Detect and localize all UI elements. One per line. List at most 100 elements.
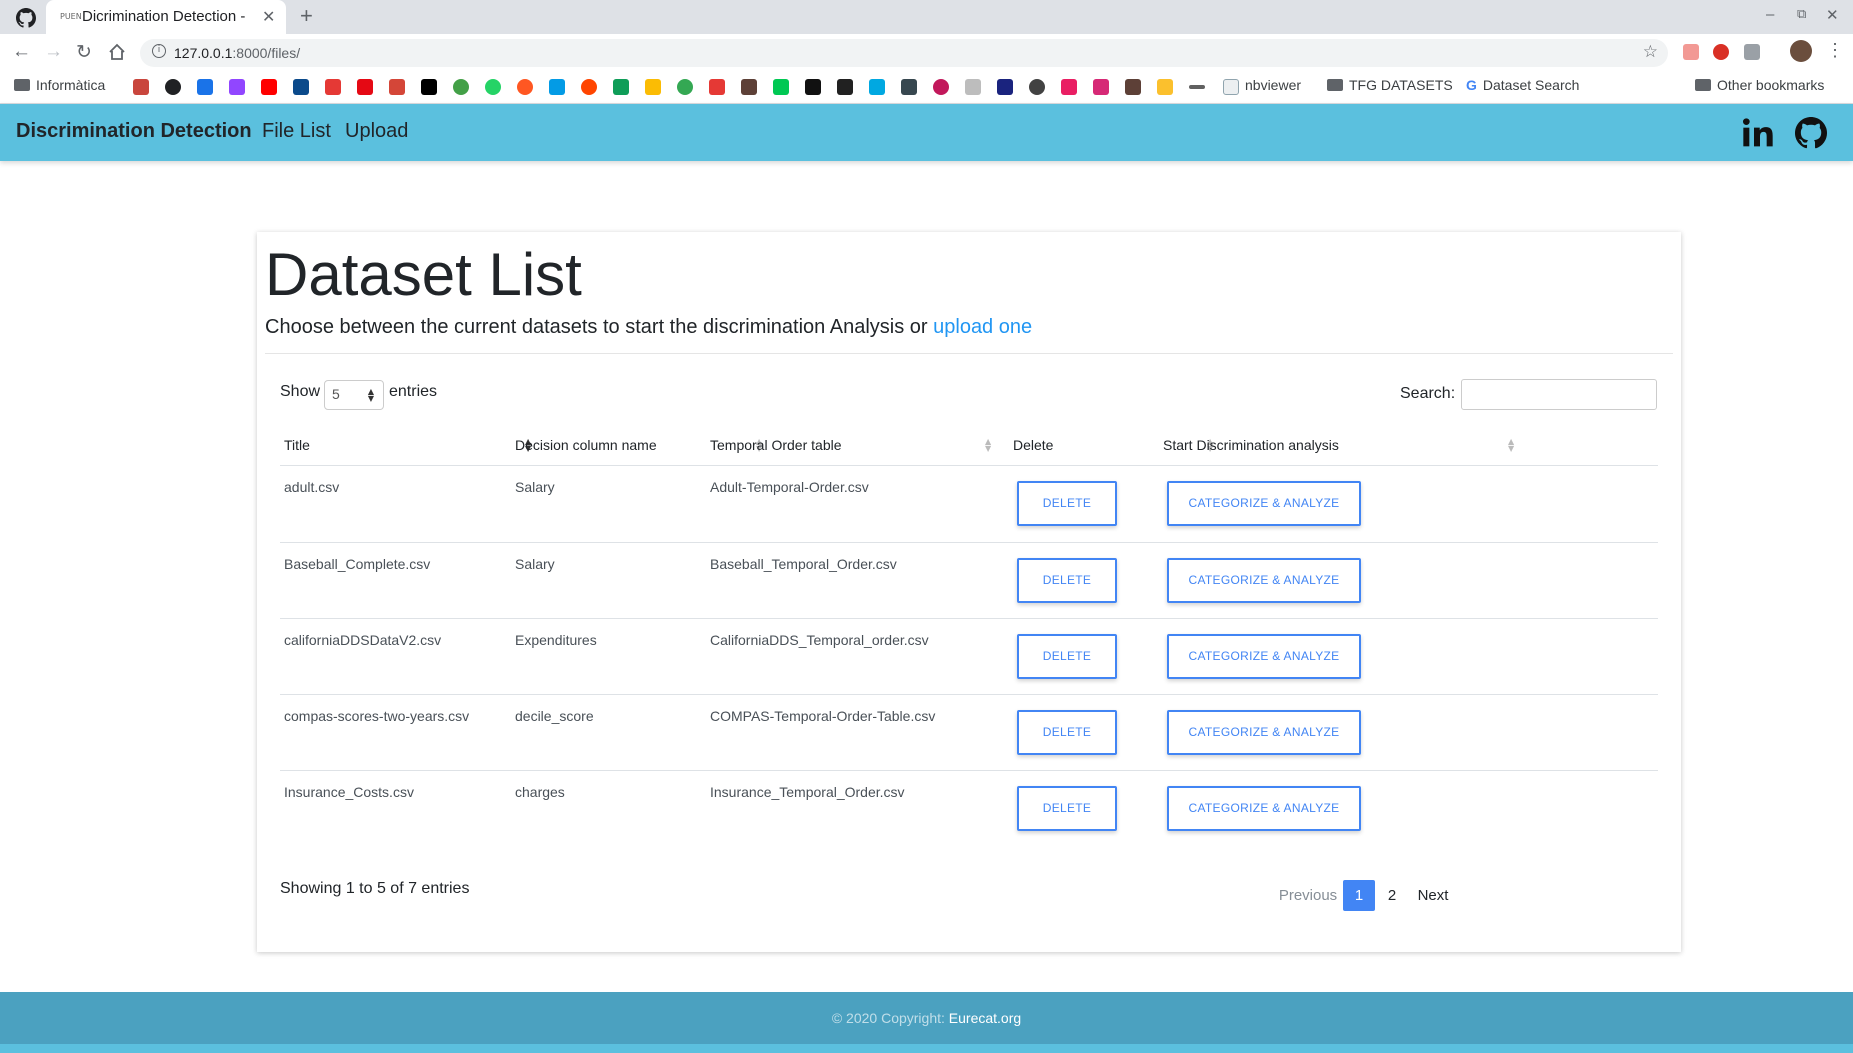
- categorize-analyze-button[interactable]: CATEGORIZE & ANALYZE: [1167, 634, 1361, 679]
- nav-link-upload[interactable]: Upload: [345, 120, 408, 143]
- categorize-analyze-button[interactable]: CATEGORIZE & ANALYZE: [1167, 481, 1361, 526]
- bookmark-icon[interactable]: [325, 79, 341, 95]
- column-header-title[interactable]: Title: [284, 437, 310, 453]
- bookmark-icon[interactable]: [997, 79, 1013, 95]
- cell-decision: Expenditures: [515, 632, 597, 648]
- categorize-analyze-button[interactable]: CATEGORIZE & ANALYZE: [1167, 710, 1361, 755]
- pagination-page-2[interactable]: 2: [1379, 880, 1405, 911]
- bookmark-icon[interactable]: [1061, 79, 1077, 95]
- bookmark-icon[interactable]: [453, 79, 469, 95]
- bookmark-icon[interactable]: [421, 79, 437, 95]
- bookmark-icon[interactable]: [229, 79, 245, 95]
- tab-favicon: PUEN: [60, 12, 82, 21]
- bookmark-icon[interactable]: [549, 79, 565, 95]
- search-input[interactable]: [1461, 379, 1657, 410]
- extension-icon[interactable]: [1744, 44, 1760, 60]
- bookmark-icon[interactable]: [933, 79, 949, 95]
- sort-icon[interactable]: ▲ ▼: [1508, 438, 1518, 453]
- sort-icon[interactable]: ▲ ▼: [985, 438, 995, 453]
- bookmark-icon[interactable]: [709, 79, 725, 95]
- linkedin-icon[interactable]: [1742, 117, 1774, 149]
- navbar-brand[interactable]: Discrimination Detection: [16, 120, 252, 143]
- bookmark-icon[interactable]: [357, 79, 373, 95]
- bookmark-dataset-search[interactable]: G Dataset Search: [1466, 77, 1579, 93]
- github-icon[interactable]: [1795, 117, 1827, 149]
- categorize-analyze-button[interactable]: CATEGORIZE & ANALYZE: [1167, 558, 1361, 603]
- column-header-decision[interactable]: Decision column name: [515, 437, 657, 453]
- pagination-next[interactable]: Next: [1409, 880, 1457, 911]
- close-tab-icon[interactable]: ✕: [262, 7, 275, 27]
- extension-icon[interactable]: [1683, 44, 1699, 60]
- bookmark-icon[interactable]: [1157, 79, 1173, 95]
- bookmark-icon[interactable]: [741, 79, 757, 95]
- bookmark-icon[interactable]: [613, 79, 629, 95]
- column-header-temporal[interactable]: Temporal Order table: [710, 437, 842, 453]
- bookmark-icon[interactable]: [197, 79, 213, 95]
- bookmark-icon[interactable]: [1125, 79, 1141, 95]
- bookmark-star-icon[interactable]: ☆: [1643, 42, 1658, 62]
- bookmark-icon[interactable]: [1093, 79, 1109, 95]
- footer-copyright: © 2020 Copyright: Eurecat.org: [831, 1010, 1022, 1026]
- forward-icon[interactable]: →: [44, 41, 63, 63]
- bookmark-icon[interactable]: [485, 79, 501, 95]
- bookmark-icon[interactable]: [645, 79, 661, 95]
- bookmark-icon[interactable]: [293, 79, 309, 95]
- delete-button[interactable]: DELETE: [1017, 481, 1117, 526]
- google-icon: G: [1466, 77, 1477, 93]
- divider: [265, 353, 1673, 354]
- bookmark-icon[interactable]: [805, 79, 821, 95]
- delete-button[interactable]: DELETE: [1017, 786, 1117, 831]
- active-tab[interactable]: PUEN Dicrimination Detection - ✕: [46, 0, 286, 34]
- page-size-select[interactable]: 5 ▲ ▼: [324, 380, 384, 410]
- column-header-delete[interactable]: Delete: [1013, 437, 1053, 453]
- reload-icon[interactable]: ↻: [76, 41, 92, 64]
- restore-icon[interactable]: ⧉: [1797, 6, 1806, 22]
- bookmark-icon[interactable]: [677, 79, 693, 95]
- bookmark-icon[interactable]: [165, 79, 181, 95]
- bookmark-icon[interactable]: [773, 79, 789, 95]
- bookmark-icon[interactable]: [901, 79, 917, 95]
- bookmark-icon[interactable]: [1029, 79, 1045, 95]
- footer-strip: [0, 1044, 1853, 1053]
- bookmark-folder-tfg[interactable]: TFG DATASETS: [1327, 77, 1453, 93]
- column-header-analysis[interactable]: Start Discrimination analysis: [1163, 437, 1339, 453]
- footer-link[interactable]: Eurecat.org: [949, 1010, 1021, 1026]
- address-bar[interactable]: i 127.0.0.1:8000/files/ ☆: [140, 39, 1668, 67]
- back-icon[interactable]: ←: [12, 41, 31, 63]
- bookmark-icon[interactable]: [517, 79, 533, 95]
- bookmark-icon[interactable]: [581, 79, 597, 95]
- folder-icon: [1327, 79, 1343, 91]
- categorize-analyze-button[interactable]: CATEGORIZE & ANALYZE: [1167, 786, 1361, 831]
- pagination-page-1[interactable]: 1: [1343, 880, 1375, 911]
- window-close-icon[interactable]: ✕: [1826, 6, 1839, 24]
- cell-temporal: Baseball_Temporal_Order.csv: [710, 556, 897, 572]
- site-info-icon[interactable]: i: [152, 44, 166, 58]
- bookmark-folder-informatica[interactable]: Informàtica: [14, 77, 105, 93]
- bookmark-icon[interactable]: [1189, 85, 1205, 89]
- extension-icon[interactable]: [1713, 44, 1729, 60]
- new-tab-icon[interactable]: +: [300, 3, 313, 29]
- upload-link[interactable]: upload one: [933, 316, 1032, 338]
- browser-menu-icon[interactable]: ⋮: [1826, 40, 1844, 61]
- profile-avatar[interactable]: [1790, 40, 1812, 62]
- bookmark-icon[interactable]: [965, 79, 981, 95]
- bookmark-icon[interactable]: [869, 79, 885, 95]
- bookmark-folder-other[interactable]: Other bookmarks: [1695, 77, 1824, 93]
- pagination-previous[interactable]: Previous: [1273, 880, 1343, 911]
- delete-button[interactable]: DELETE: [1017, 634, 1117, 679]
- bookmark-nbviewer[interactable]: nbviewer: [1245, 77, 1301, 93]
- bookmark-icon[interactable]: [261, 79, 277, 95]
- nav-link-file-list[interactable]: File List: [262, 120, 331, 143]
- home-icon[interactable]: [108, 43, 126, 61]
- delete-button[interactable]: DELETE: [1017, 558, 1117, 603]
- delete-button[interactable]: DELETE: [1017, 710, 1117, 755]
- github-icon[interactable]: [16, 8, 36, 28]
- bookmark-icon[interactable]: [837, 79, 853, 95]
- cell-decision: Salary: [515, 479, 555, 495]
- bookmark-icon[interactable]: [389, 79, 405, 95]
- show-label: Show: [280, 383, 321, 400]
- bookmark-icon[interactable]: [1223, 79, 1239, 95]
- bookmark-icon[interactable]: [133, 79, 149, 95]
- minimize-icon[interactable]: –: [1766, 6, 1774, 23]
- url-text[interactable]: 127.0.0.1:8000/files/: [174, 45, 300, 61]
